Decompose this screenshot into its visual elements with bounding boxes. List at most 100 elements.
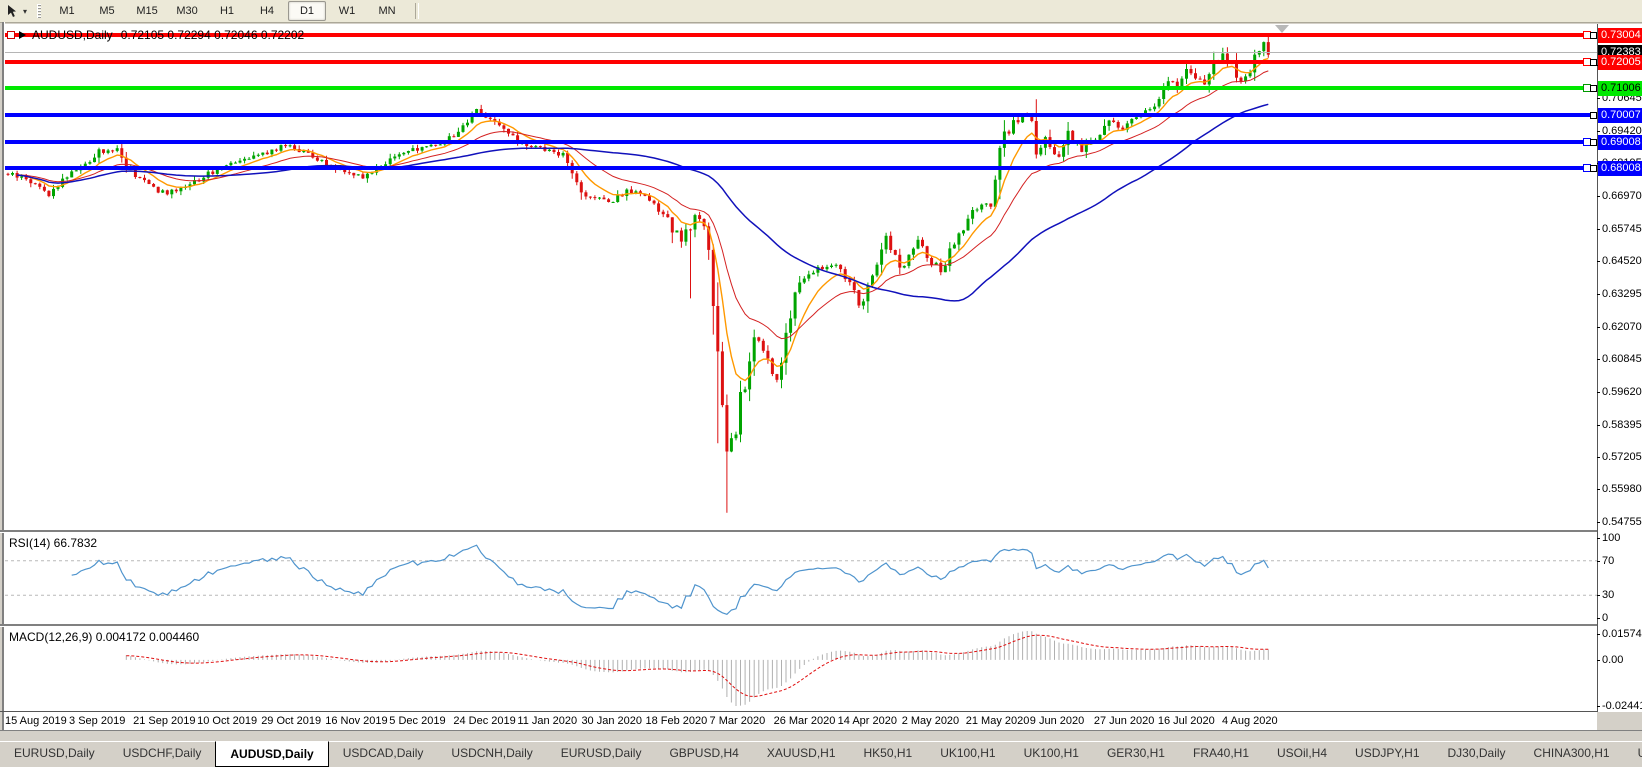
axis-tickmark (1597, 706, 1600, 707)
chart-tab-uk100-h1[interactable]: UK100,H1 (1010, 742, 1093, 767)
macd-axis-label: 0.00 (1602, 654, 1623, 666)
current-price-line (5, 52, 1597, 53)
date-label: 5 Dec 2019 (389, 715, 445, 727)
date-label: 15 Aug 2019 (5, 715, 67, 727)
axis-tickmark (1597, 98, 1600, 99)
chart-tab-china300-h1[interactable]: CHINA300,H1 (1520, 742, 1624, 767)
chart-tab-audusd-daily[interactable]: AUDUSD,Daily (215, 741, 328, 767)
chart-tab-usoil-h4[interactable]: USOil,H4 (1263, 742, 1341, 767)
rsi-chart[interactable] (5, 532, 1597, 624)
line-axis-handle[interactable] (1590, 85, 1597, 92)
axis-tickmark (1597, 392, 1600, 393)
date-label: 2 May 2020 (902, 715, 959, 727)
cursor-tool-icon[interactable] (4, 3, 22, 19)
chart-tab-dj30-daily[interactable]: DJ30,Daily (1434, 742, 1520, 767)
candlestick-chart[interactable] (5, 24, 1597, 530)
axis-tickmark (1597, 359, 1600, 360)
line-price-label: 0.73004 (1598, 28, 1642, 43)
chart-tab-eurusd-daily[interactable]: EURUSD,Daily (547, 742, 656, 767)
price-axis[interactable]: 0.718700.706450.694200.681950.669700.657… (1597, 24, 1642, 712)
date-label: 26 Mar 2020 (774, 715, 836, 727)
price-tick: 0.66970 (1602, 190, 1642, 202)
timeframe-button-M30[interactable]: M30 (168, 1, 206, 21)
macd-histogram (126, 631, 1268, 706)
macd-chart[interactable] (5, 626, 1597, 711)
timeframe-button-M5[interactable]: M5 (88, 1, 126, 21)
chart-tab-usdcad-daily[interactable]: USDCAD,Daily (329, 742, 438, 767)
chart-tab-fra40-h1[interactable]: FRA40,H1 (1179, 742, 1263, 767)
timeframe-button-MN[interactable]: MN (368, 1, 406, 21)
axis-tickmark (1597, 261, 1600, 262)
macd-signal-line (126, 635, 1268, 696)
timeframe-button-D1[interactable]: D1 (288, 1, 326, 21)
timeframe-button-W1[interactable]: W1 (328, 1, 366, 21)
price-tick: 0.62070 (1602, 321, 1642, 333)
moving-average-lines (17, 59, 1268, 381)
chart-title-row: AUDUSD,Daily 0.72105 0.72294 0.72046 0.7… (7, 28, 304, 42)
line-axis-handle[interactable] (1590, 139, 1597, 146)
line-axis-handle[interactable] (1590, 59, 1597, 66)
chart-ohlc-values: 0.72105 0.72294 0.72046 0.72202 (121, 28, 305, 42)
chart-tab-eurusd-daily[interactable]: EURUSD,Daily (0, 742, 109, 767)
toolbar-separator (415, 3, 419, 19)
axis-tickmark (1597, 131, 1600, 132)
price-tick: 0.64520 (1602, 255, 1642, 267)
timeframe-button-H1[interactable]: H1 (208, 1, 246, 21)
date-axis[interactable]: 15 Aug 20193 Sep 201921 Sep 201910 Oct 2… (5, 712, 1597, 730)
horizontal-line-0.70007[interactable] (5, 113, 1597, 117)
axis-tickmark (1597, 457, 1600, 458)
chart-tab-xauusd-h1[interactable]: XAUUSD,H1 (753, 742, 850, 767)
price-tick: 0.58395 (1602, 419, 1642, 431)
chart-tab-uk100-h1[interactable]: UK100,H1 (926, 742, 1009, 767)
chart-shift-marker-icon[interactable] (1275, 25, 1289, 33)
symbol-marker-icon (19, 31, 26, 39)
line-axis-handle[interactable] (1590, 112, 1597, 119)
rsi-label: RSI(14) 66.7832 (9, 536, 97, 550)
chart-tab-usoil-h1[interactable]: USOil,H1 (1624, 742, 1642, 767)
horizontal-line-0.69008[interactable] (5, 140, 1597, 144)
macd-indicator-plot[interactable]: MACD(12,26,9) 0.004172 0.004460 (5, 626, 1597, 711)
chart-tab-usdjpy-h1[interactable]: USDJPY,H1 (1341, 742, 1433, 767)
macd-axis-label: 0.015741 (1602, 628, 1642, 640)
date-label: 30 Jan 2020 (581, 715, 642, 727)
rsi-level-lines (5, 561, 1597, 595)
timeframe-button-M1[interactable]: M1 (48, 1, 86, 21)
axis-tickmark (1597, 561, 1600, 562)
mt4-window: { "toolbar": { "timeframes": ["M1","M5",… (0, 0, 1642, 766)
date-label: 11 Jan 2020 (517, 715, 577, 727)
horizontal-line-0.71006[interactable] (5, 86, 1597, 90)
horizontal-line-0.68008[interactable] (5, 166, 1597, 170)
date-label: 24 Dec 2019 (453, 715, 515, 727)
chart-tab-gbpusd-h4[interactable]: GBPUSD,H4 (655, 742, 752, 767)
price-tick: 0.63295 (1602, 288, 1642, 300)
timeframe-button-M15[interactable]: M15 (128, 1, 166, 21)
line-axis-handle[interactable] (1590, 32, 1597, 39)
line-price-label: 0.68008 (1598, 161, 1642, 176)
price-tick: 0.54755 (1602, 516, 1642, 528)
chart-tab-usdchf-daily[interactable]: USDCHF,Daily (109, 742, 216, 767)
chart-tab-ger30-h1[interactable]: GER30,H1 (1093, 742, 1179, 767)
chart-tab-hk50-h1[interactable]: HK50,H1 (850, 742, 927, 767)
chevron-down-icon[interactable]: ▾ (23, 7, 27, 16)
date-label: 10 Oct 2019 (197, 715, 257, 727)
chart-tab-usdcnh-daily[interactable]: USDCNH,Daily (437, 742, 546, 767)
line-axis-handle[interactable] (1590, 165, 1597, 172)
rsi-axis-label: 70 (1602, 555, 1614, 567)
axis-tickmark (1597, 196, 1600, 197)
date-label: 16 Jul 2020 (1158, 715, 1215, 727)
main-chart-plot[interactable]: AUDUSD,Daily 0.72105 0.72294 0.72046 0.7… (5, 24, 1597, 530)
line-price-label: 0.70007 (1598, 108, 1642, 123)
timeframe-button-H4[interactable]: H4 (248, 1, 286, 21)
date-label: 9 Jun 2020 (1030, 715, 1084, 727)
date-label: 29 Oct 2019 (261, 715, 321, 727)
horizontal-line-0.72005[interactable] (5, 60, 1597, 64)
timeframe-toolbar: ▾ M1M5M15M30H1H4D1W1MN (0, 0, 1642, 23)
axis-tickmark (1597, 489, 1600, 490)
date-label: 3 Sep 2019 (69, 715, 125, 727)
date-label: 16 Nov 2019 (325, 715, 387, 727)
toolbar-grip (37, 4, 41, 18)
line-left-handle[interactable] (7, 31, 15, 39)
line-price-label: 0.69008 (1598, 135, 1642, 150)
rsi-indicator-plot[interactable]: RSI(14) 66.7832 (5, 532, 1597, 624)
price-tick: 0.65745 (1602, 223, 1642, 235)
